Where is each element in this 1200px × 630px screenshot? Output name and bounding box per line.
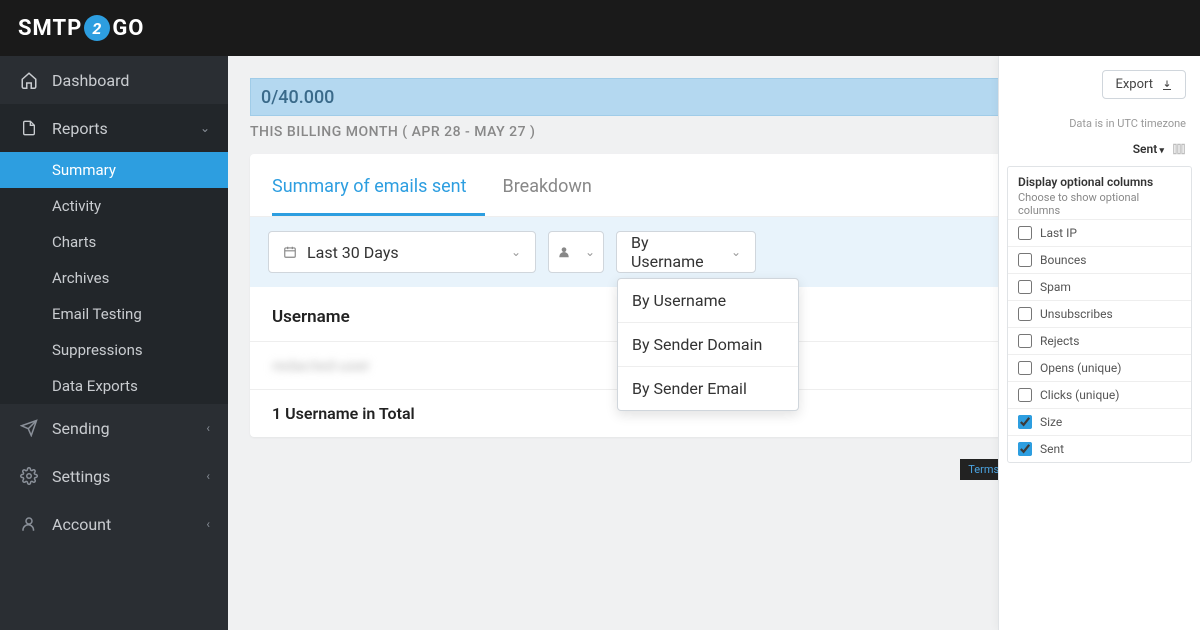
nav-label: Dashboard xyxy=(52,71,129,90)
nav-sending[interactable]: Sending ‹ xyxy=(0,404,228,452)
columns-icon[interactable] xyxy=(1172,142,1186,156)
opt-last-ip[interactable]: Last IP xyxy=(1008,219,1191,246)
checkbox[interactable] xyxy=(1018,307,1032,321)
topbar: SMTP 2 GO xyxy=(0,0,1200,56)
sub-activity[interactable]: Activity xyxy=(0,188,228,224)
opt-clicks[interactable]: Clicks (unique) xyxy=(1008,381,1191,408)
opt-list: Last IP Bounces Spam Unsubscribes Reject… xyxy=(1008,219,1191,462)
logo-post: GO xyxy=(112,16,144,41)
opt-sent[interactable]: Sent xyxy=(1008,435,1191,462)
chevron-down-icon: ⌄ xyxy=(731,245,741,259)
checkbox[interactable] xyxy=(1018,334,1032,348)
opt-opens[interactable]: Opens (unique) xyxy=(1008,354,1191,381)
opt-title: Display optional columns xyxy=(1018,175,1181,189)
download-icon xyxy=(1161,79,1173,91)
home-icon xyxy=(18,71,40,89)
calendar-icon xyxy=(283,245,297,259)
opt-bounces[interactable]: Bounces xyxy=(1008,246,1191,273)
checkbox[interactable] xyxy=(1018,226,1032,240)
date-range-select[interactable]: Last 30 Days ⌄ xyxy=(268,231,536,273)
sub-suppressions[interactable]: Suppressions xyxy=(0,332,228,368)
group-by-select[interactable]: By Username ⌄ By Username By Sender Doma… xyxy=(616,231,756,273)
logo-two: 2 xyxy=(84,15,110,41)
opt-unsubscribes[interactable]: Unsubscribes xyxy=(1008,300,1191,327)
tab-breakdown[interactable]: Breakdown xyxy=(503,154,610,216)
sort-select[interactable]: Sent xyxy=(1133,142,1164,156)
logo[interactable]: SMTP 2 GO xyxy=(18,15,144,41)
user-icon xyxy=(557,245,571,259)
opt-rejects[interactable]: Rejects xyxy=(1008,327,1191,354)
checkbox[interactable] xyxy=(1018,253,1032,267)
quota-text: 0/40.000 xyxy=(261,87,334,108)
chevron-right-icon: ‹ xyxy=(206,421,210,435)
timezone-note: Data is in UTC timezone xyxy=(999,99,1200,138)
sort-row: Sent xyxy=(999,138,1200,162)
checkbox[interactable] xyxy=(1018,280,1032,294)
chevron-right-icon: ‹ xyxy=(206,469,210,483)
export-button[interactable]: Export xyxy=(1102,70,1186,99)
nav-settings[interactable]: Settings ‹ xyxy=(0,452,228,500)
sub-summary[interactable]: Summary xyxy=(0,152,228,188)
sub-data-exports[interactable]: Data Exports xyxy=(0,368,228,404)
dd-by-sender-email[interactable]: By Sender Email xyxy=(618,367,798,410)
dd-by-sender-domain[interactable]: By Sender Domain xyxy=(618,323,798,367)
nav-reports-sub: Summary Activity Charts Archives Email T… xyxy=(0,152,228,404)
right-panel: Export Data is in UTC timezone Sent Disp… xyxy=(998,56,1200,630)
checkbox[interactable] xyxy=(1018,361,1032,375)
group-by-label: By Username xyxy=(631,233,717,271)
chevron-down-icon: ⌄ xyxy=(585,245,595,259)
checkbox[interactable] xyxy=(1018,442,1032,456)
nav-label: Settings xyxy=(52,467,110,486)
opt-size[interactable]: Size xyxy=(1008,408,1191,435)
date-range-label: Last 30 Days xyxy=(307,243,399,262)
sub-charts[interactable]: Charts xyxy=(0,224,228,260)
nav-label: Sending xyxy=(52,419,110,438)
tab-summary[interactable]: Summary of emails sent xyxy=(272,154,485,216)
sidebar: Dashboard Reports ⌄ Summary Activity Cha… xyxy=(0,56,228,630)
nav-label: Account xyxy=(52,515,111,534)
user-icon xyxy=(18,515,40,533)
nav-dashboard[interactable]: Dashboard xyxy=(0,56,228,104)
chevron-down-icon: ⌄ xyxy=(511,245,521,259)
nav-label: Reports xyxy=(52,119,108,138)
file-icon xyxy=(18,119,40,137)
chevron-right-icon: ‹ xyxy=(206,517,210,531)
checkbox[interactable] xyxy=(1018,415,1032,429)
opt-spam[interactable]: Spam xyxy=(1008,273,1191,300)
user-filter[interactable]: ⌄ xyxy=(548,231,604,273)
group-by-dropdown: By Username By Sender Domain By Sender E… xyxy=(617,278,799,411)
chevron-down-icon: ⌄ xyxy=(200,121,210,135)
logo-pre: SMTP xyxy=(18,16,82,41)
send-icon xyxy=(18,419,40,437)
optional-columns-panel: Display optional columns Choose to show … xyxy=(1007,166,1192,463)
nav-reports[interactable]: Reports ⌄ xyxy=(0,104,228,152)
sub-email-testing[interactable]: Email Testing xyxy=(0,296,228,332)
main: 0/40.000 THIS BILLING MONTH ( APR 28 - M… xyxy=(228,56,1200,630)
dd-by-username[interactable]: By Username xyxy=(618,279,798,323)
export-label: Export xyxy=(1115,77,1153,92)
nav-account[interactable]: Account ‹ xyxy=(0,500,228,548)
opt-sub: Choose to show optional columns xyxy=(1018,191,1181,217)
sub-archives[interactable]: Archives xyxy=(0,260,228,296)
checkbox[interactable] xyxy=(1018,388,1032,402)
gear-icon xyxy=(18,467,40,485)
